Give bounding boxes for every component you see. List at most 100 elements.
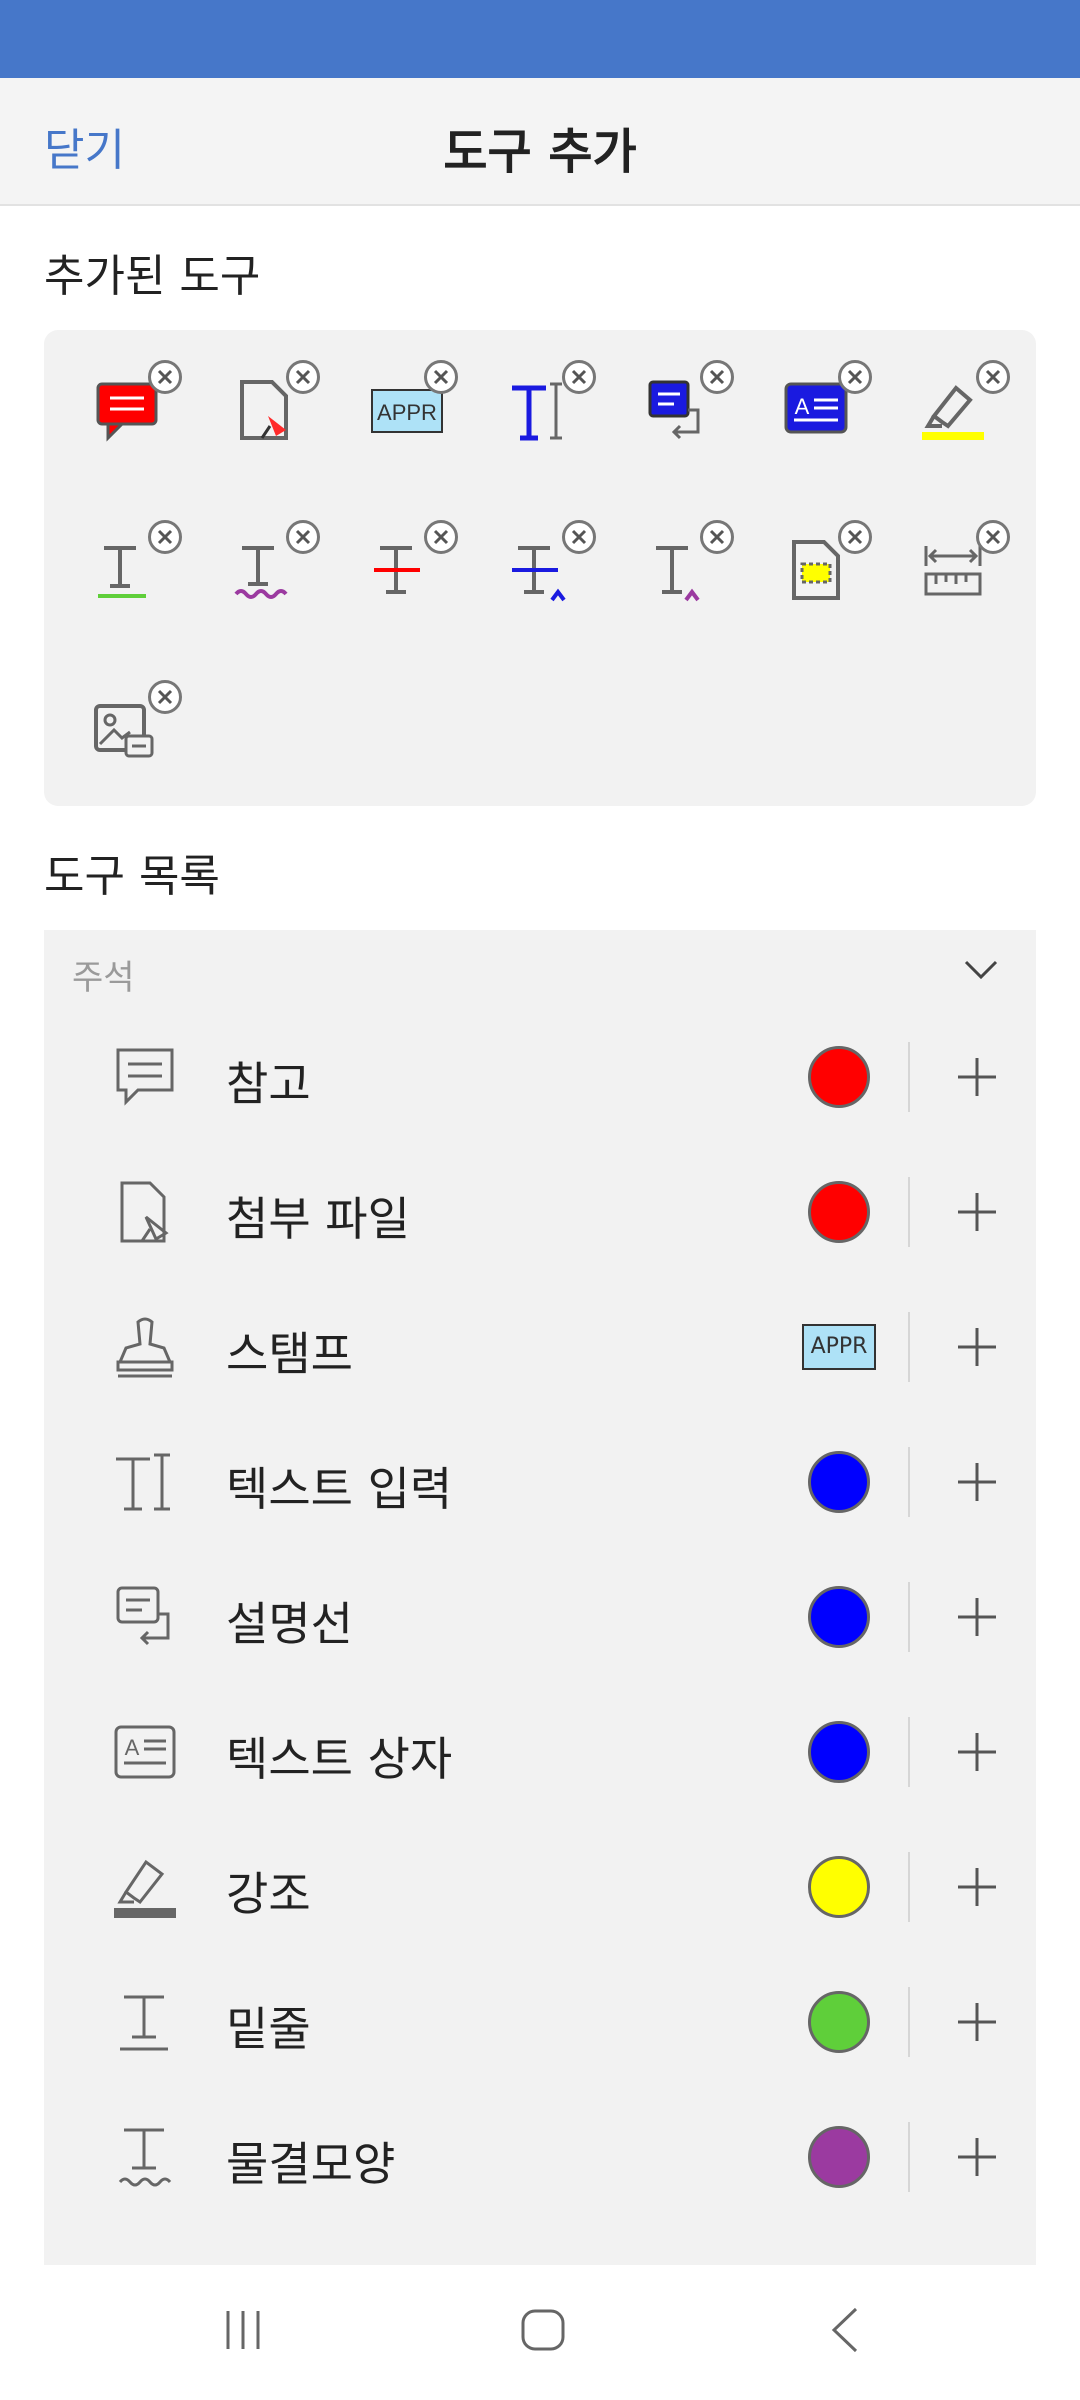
list-item: 텍스트 입력	[44, 1415, 1036, 1550]
added-tool-text-input[interactable]	[498, 360, 596, 452]
remove-tool-button[interactable]	[838, 520, 872, 554]
color-swatch[interactable]	[808, 1046, 870, 1108]
add-icon[interactable]	[954, 1189, 1000, 1235]
list-item: 스탬프 APPR	[44, 1280, 1036, 1415]
page-title: 도구 추가	[443, 124, 637, 180]
add-icon[interactable]	[954, 1999, 1000, 2045]
tool-list-panel: 주석 참고 첨부 파일 스탬프 APPR 텍스트 입력 설명선 A 텍스트 상자…	[44, 930, 1036, 2265]
remove-tool-button[interactable]	[562, 360, 596, 394]
added-tool-stamp[interactable]: APPR	[360, 360, 458, 452]
remove-tool-button[interactable]	[562, 520, 596, 554]
divider	[908, 1447, 910, 1517]
added-tool-strikeout[interactable]	[360, 520, 458, 612]
list-item: 참고	[44, 1010, 1036, 1145]
list-item: A 텍스트 상자	[44, 1685, 1036, 1820]
added-tool-note[interactable]	[84, 360, 182, 452]
added-tool-highlight[interactable]	[912, 360, 1010, 452]
list-item: 설명선	[44, 1550, 1036, 1685]
remove-tool-button[interactable]	[148, 680, 182, 714]
added-tool-insert-text[interactable]	[636, 520, 734, 612]
added-tool-text-box[interactable]: A	[774, 360, 872, 452]
divider	[908, 1717, 910, 1787]
list-item: 첨부 파일	[44, 1145, 1036, 1280]
divider	[908, 1852, 910, 1922]
add-icon[interactable]	[954, 1729, 1000, 1775]
added-tool-measure[interactable]	[912, 520, 1010, 612]
color-swatch[interactable]	[808, 1181, 870, 1243]
back-icon[interactable]	[822, 2305, 872, 2355]
add-icon[interactable]	[954, 1054, 1000, 1100]
added-tools-title: 추가된 도구	[44, 251, 261, 302]
color-swatch[interactable]	[808, 1451, 870, 1513]
highlight-icon	[114, 1859, 176, 1918]
stamp-swatch[interactable]: APPR	[802, 1324, 876, 1370]
svg-text:APPR: APPR	[377, 400, 437, 425]
status-bar	[0, 0, 1080, 78]
divider	[908, 1042, 910, 1112]
svg-text:A: A	[795, 394, 810, 419]
add-icon[interactable]	[954, 1324, 1000, 1370]
added-tool-attach[interactable]	[222, 360, 320, 452]
remove-tool-button[interactable]	[976, 360, 1010, 394]
list-item-label: 밑줄	[226, 2002, 311, 2056]
attach-file-icon	[120, 1181, 169, 1243]
divider	[908, 2122, 910, 2192]
added-tool-underline[interactable]	[84, 520, 182, 612]
list-item-label: 텍스트 입력	[226, 1462, 453, 1516]
svg-text:A: A	[125, 1735, 140, 1760]
remove-tool-button[interactable]	[700, 360, 734, 394]
group-label: 주석	[72, 958, 135, 998]
home-icon[interactable]	[518, 2305, 568, 2355]
tool-list-title: 도구 목록	[44, 851, 220, 902]
navigation-bar	[0, 2265, 1080, 2400]
added-tool-file-area[interactable]	[774, 520, 872, 612]
stamp-icon	[116, 1317, 174, 1378]
list-item-label: 강조	[226, 1867, 311, 1921]
add-icon[interactable]	[954, 1594, 1000, 1640]
squiggly-icon	[118, 2128, 172, 2187]
list-item-label: 참고	[226, 1057, 311, 1111]
callout-icon	[116, 1586, 170, 1646]
remove-tool-button[interactable]	[700, 520, 734, 554]
divider	[908, 1987, 910, 2057]
divider	[908, 1312, 910, 1382]
remove-tool-button[interactable]	[148, 520, 182, 554]
header: 닫기 도구 추가	[0, 78, 1080, 206]
chevron-down-icon[interactable]	[962, 958, 1000, 982]
added-tools-panel: APPR A	[44, 330, 1036, 806]
add-icon[interactable]	[954, 1459, 1000, 1505]
color-swatch[interactable]	[808, 1586, 870, 1648]
text-box-icon: A	[114, 1725, 176, 1779]
list-item-label: 물결모양	[226, 2137, 396, 2191]
remove-tool-button[interactable]	[424, 520, 458, 554]
added-tool-squiggly[interactable]	[222, 520, 320, 612]
note-icon	[116, 1048, 174, 1106]
remove-tool-button[interactable]	[286, 520, 320, 554]
added-tool-image-note[interactable]	[84, 680, 182, 772]
remove-tool-button[interactable]	[424, 360, 458, 394]
remove-tool-button[interactable]	[286, 360, 320, 394]
list-item: 밑줄	[44, 1955, 1036, 2090]
text-input-icon	[116, 1453, 170, 1511]
added-tool-replace-text[interactable]	[498, 520, 596, 612]
remove-tool-button[interactable]	[976, 520, 1010, 554]
added-tool-callout[interactable]	[636, 360, 734, 452]
list-item-label: 첨부 파일	[226, 1192, 410, 1246]
color-swatch[interactable]	[808, 1721, 870, 1783]
remove-tool-button[interactable]	[838, 360, 872, 394]
recent-apps-icon[interactable]	[218, 2305, 268, 2355]
add-icon[interactable]	[954, 2134, 1000, 2180]
underline-icon	[120, 1995, 168, 2051]
list-item-label: 텍스트 상자	[226, 1732, 453, 1786]
list-item: 강조	[44, 1820, 1036, 1955]
color-swatch[interactable]	[808, 2126, 870, 2188]
divider	[908, 1582, 910, 1652]
divider	[908, 1177, 910, 1247]
list-item-label: 스탬프	[226, 1327, 353, 1381]
color-swatch[interactable]	[808, 1991, 870, 2053]
color-swatch[interactable]	[808, 1856, 870, 1918]
remove-tool-button[interactable]	[148, 360, 182, 394]
list-item-label: 설명선	[226, 1597, 353, 1651]
list-item: 물결모양	[44, 2090, 1036, 2225]
add-icon[interactable]	[954, 1864, 1000, 1910]
